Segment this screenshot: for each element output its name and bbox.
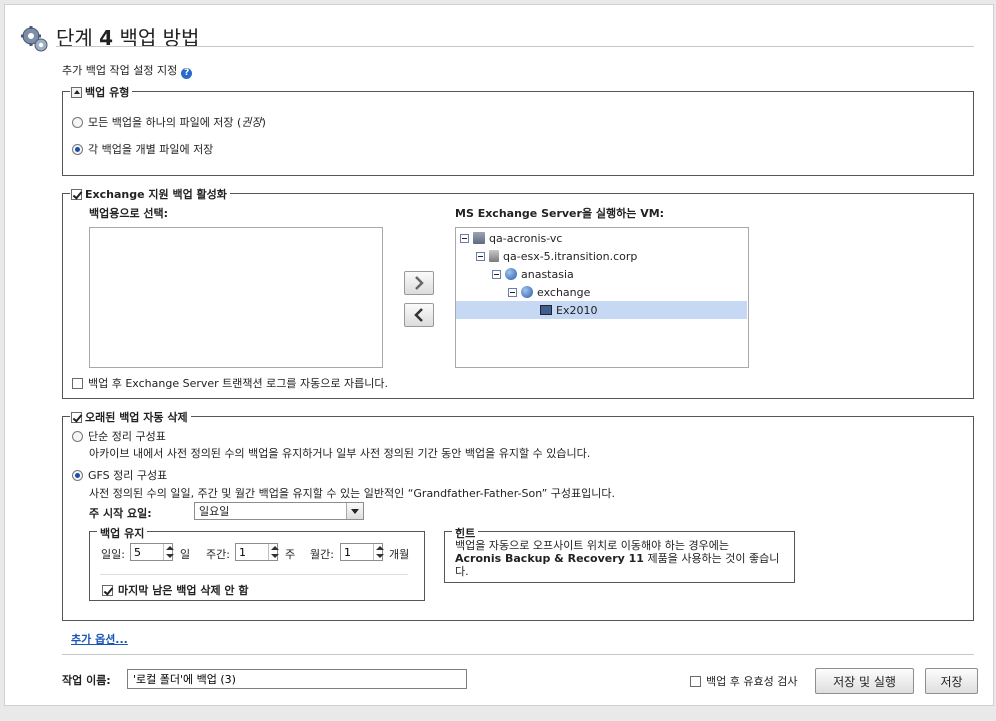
backup-type-group xyxy=(62,91,974,176)
weekly-unit: 주 xyxy=(285,548,296,561)
weekly-stepper[interactable] xyxy=(235,543,280,561)
monthly-stepper[interactable] xyxy=(340,543,385,561)
retention-legend: 백업 유지 xyxy=(97,525,148,541)
simple-scheme-option[interactable]: 단순 정리 구성표 xyxy=(72,428,166,444)
monthly-label: 월간: xyxy=(310,548,334,561)
simple-scheme-desc: 아카이브 내에서 사전 정의된 수의 백업을 유지하거나 일부 사전 정의된 기… xyxy=(89,447,591,460)
tree-collapse-icon[interactable] xyxy=(508,287,517,297)
tree-node-vcenter[interactable]: qa-acronis-vc xyxy=(460,229,562,247)
backup-type-legend: 백업 유형 xyxy=(70,84,133,100)
daily-label: 일일: xyxy=(101,548,125,561)
weekly-input[interactable] xyxy=(236,544,268,560)
help-icon[interactable]: ? xyxy=(181,68,193,79)
validate-after-backup-option[interactable]: 백업 후 유효성 검사 xyxy=(690,673,797,689)
resource-pool-icon xyxy=(521,286,533,298)
daily-stepper[interactable] xyxy=(130,543,175,561)
task-name-label: 작업 이름: xyxy=(62,674,111,687)
stepper-down-icon[interactable] xyxy=(269,552,280,560)
tree-collapse-icon[interactable] xyxy=(476,251,485,261)
exchange-enable-checkbox[interactable] xyxy=(71,188,82,200)
chevron-left-icon xyxy=(414,308,423,322)
option-separate-files[interactable]: 각 백업을 개별 파일에 저장 xyxy=(72,141,213,157)
chevron-down-icon[interactable] xyxy=(346,503,363,519)
keep-last-backup-checkbox[interactable] xyxy=(102,584,113,596)
week-start-label: 주 시작 요일: xyxy=(89,507,152,520)
vm-icon xyxy=(540,305,552,315)
gfs-scheme-desc: 사전 정의된 수의 일일, 주간 및 월간 백업을 유지할 수 있는 일반적인 … xyxy=(89,487,615,500)
truncate-logs-option[interactable]: 백업 후 Exchange Server 트랜잭션 로그를 자동으로 자릅니다. xyxy=(72,375,388,391)
exchange-vm-tree[interactable]: qa-acronis-vc qa-esx-5.itransition.corp … xyxy=(455,227,749,368)
daily-input[interactable] xyxy=(131,544,163,560)
gfs-scheme-option[interactable]: GFS 정리 구성표 xyxy=(72,467,167,483)
add-to-backup-button[interactable] xyxy=(404,271,434,295)
week-start-select[interactable]: 일요일 xyxy=(194,502,364,520)
monthly-input[interactable] xyxy=(341,544,373,560)
tree-collapse-icon[interactable] xyxy=(492,269,501,279)
save-and-run-button[interactable]: 저장 및 실행 xyxy=(815,668,914,694)
exchange-vms-label: MS Exchange Server을 실행하는 VM: xyxy=(455,207,665,220)
save-button[interactable]: 저장 xyxy=(925,668,978,694)
remove-from-backup-button[interactable] xyxy=(404,303,434,327)
stepper-up-icon[interactable] xyxy=(374,544,385,552)
simple-scheme-radio[interactable] xyxy=(72,430,83,442)
keep-last-backup-option[interactable]: 마지막 남은 백업 삭제 안 함 xyxy=(102,582,248,598)
title-divider xyxy=(56,46,974,47)
task-name-input[interactable] xyxy=(127,669,467,689)
tree-node-pool-exchange[interactable]: exchange xyxy=(508,283,590,301)
monthly-unit: 개월 xyxy=(389,548,410,561)
exchange-legend[interactable]: Exchange 지원 백업 활성화 xyxy=(70,186,230,202)
collapse-toggle-icon[interactable] xyxy=(71,86,82,98)
stepper-up-icon[interactable] xyxy=(269,544,280,552)
retention-divider xyxy=(100,574,408,575)
validate-after-backup-checkbox[interactable] xyxy=(690,675,701,687)
stepper-down-icon[interactable] xyxy=(374,552,385,560)
host-icon xyxy=(489,250,499,262)
separate-files-radio[interactable] xyxy=(72,143,83,155)
more-options-link[interactable]: 추가 옵션... xyxy=(71,631,128,647)
tree-node-pool-anastasia[interactable]: anastasia xyxy=(492,265,574,283)
vcenter-icon xyxy=(473,232,485,244)
stepper-down-icon[interactable] xyxy=(164,552,175,560)
selected-for-backup-label: 백업용으로 선택: xyxy=(89,207,169,220)
gfs-scheme-radio[interactable] xyxy=(72,469,83,481)
cleanup-legend[interactable]: 오래된 백업 자동 삭제 xyxy=(70,409,191,425)
truncate-logs-checkbox[interactable] xyxy=(72,377,83,389)
tree-collapse-icon[interactable] xyxy=(460,233,469,243)
tree-node-host[interactable]: qa-esx-5.itransition.corp xyxy=(476,247,637,265)
daily-unit: 일 xyxy=(180,548,191,561)
resource-pool-icon xyxy=(505,268,517,280)
gears-icon xyxy=(21,26,48,52)
stepper-up-icon[interactable] xyxy=(164,544,175,552)
chevron-right-icon xyxy=(415,276,424,290)
hint-text: 백업을 자동으로 오프사이트 위치로 이동해야 하는 경우에는 Acronis … xyxy=(455,539,780,578)
selected-for-backup-list[interactable] xyxy=(89,227,383,368)
tree-node-vm-ex2010[interactable]: Ex2010 xyxy=(456,301,747,319)
page-subtitle: 추가 백업 작업 설정 지정? xyxy=(62,62,193,79)
cleanup-enable-checkbox[interactable] xyxy=(71,411,82,423)
weekly-label: 주간: xyxy=(206,548,230,561)
footer-divider xyxy=(62,654,974,655)
single-file-radio[interactable] xyxy=(72,116,83,128)
option-single-file[interactable]: 모든 백업을 하나의 파일에 저장 (권장) xyxy=(72,114,266,130)
